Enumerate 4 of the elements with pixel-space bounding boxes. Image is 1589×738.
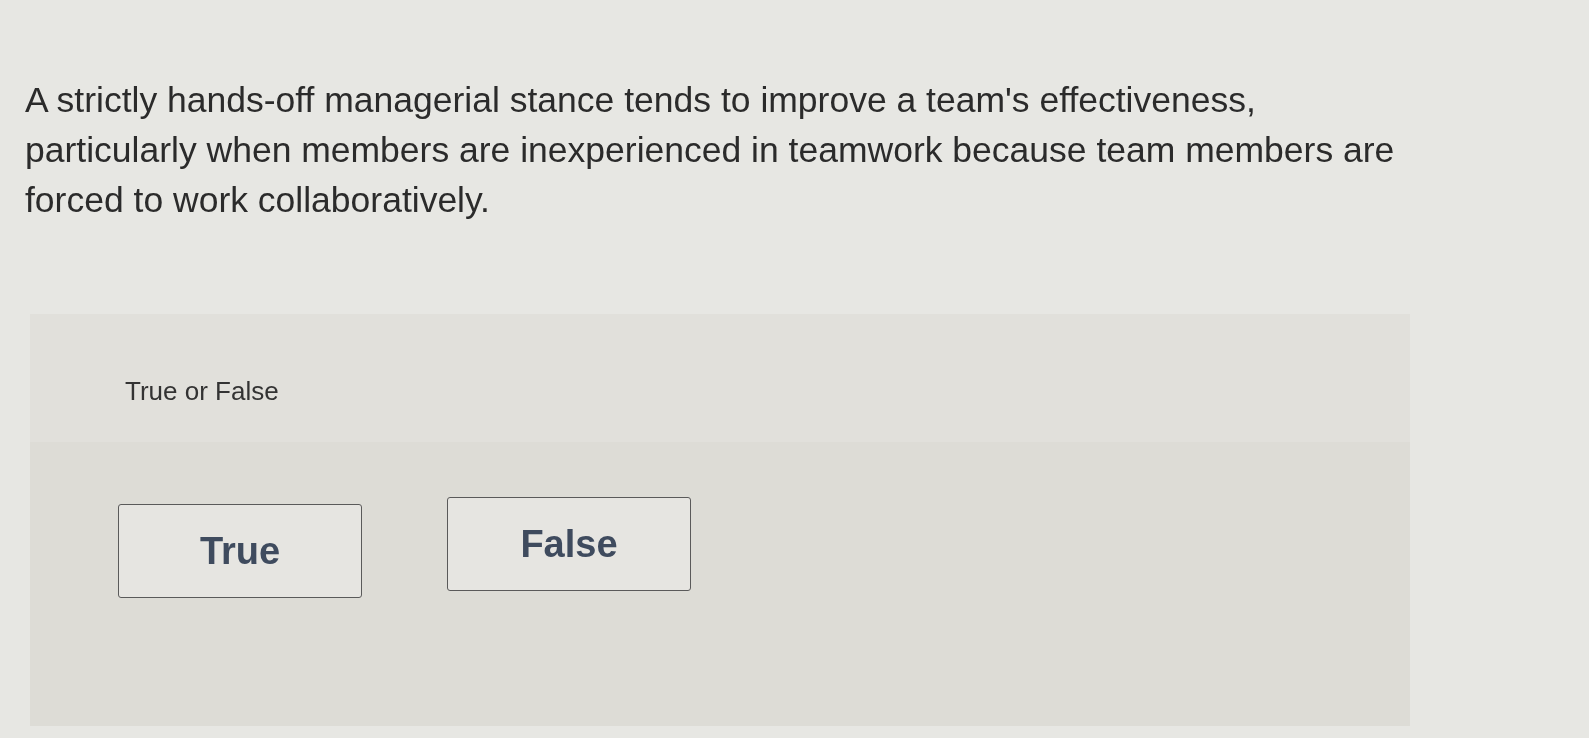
answer-option[interactable]: True xyxy=(118,504,362,598)
prompt-text: True or False xyxy=(125,376,279,406)
question-text: A strictly hands-off managerial stance tends to improve a team's effectiveness, particularly when members are inexperienced in teamwork because team members are forced to work collaboratively. xyxy=(25,79,1396,222)
answer-option[interactable]: False xyxy=(447,497,691,591)
